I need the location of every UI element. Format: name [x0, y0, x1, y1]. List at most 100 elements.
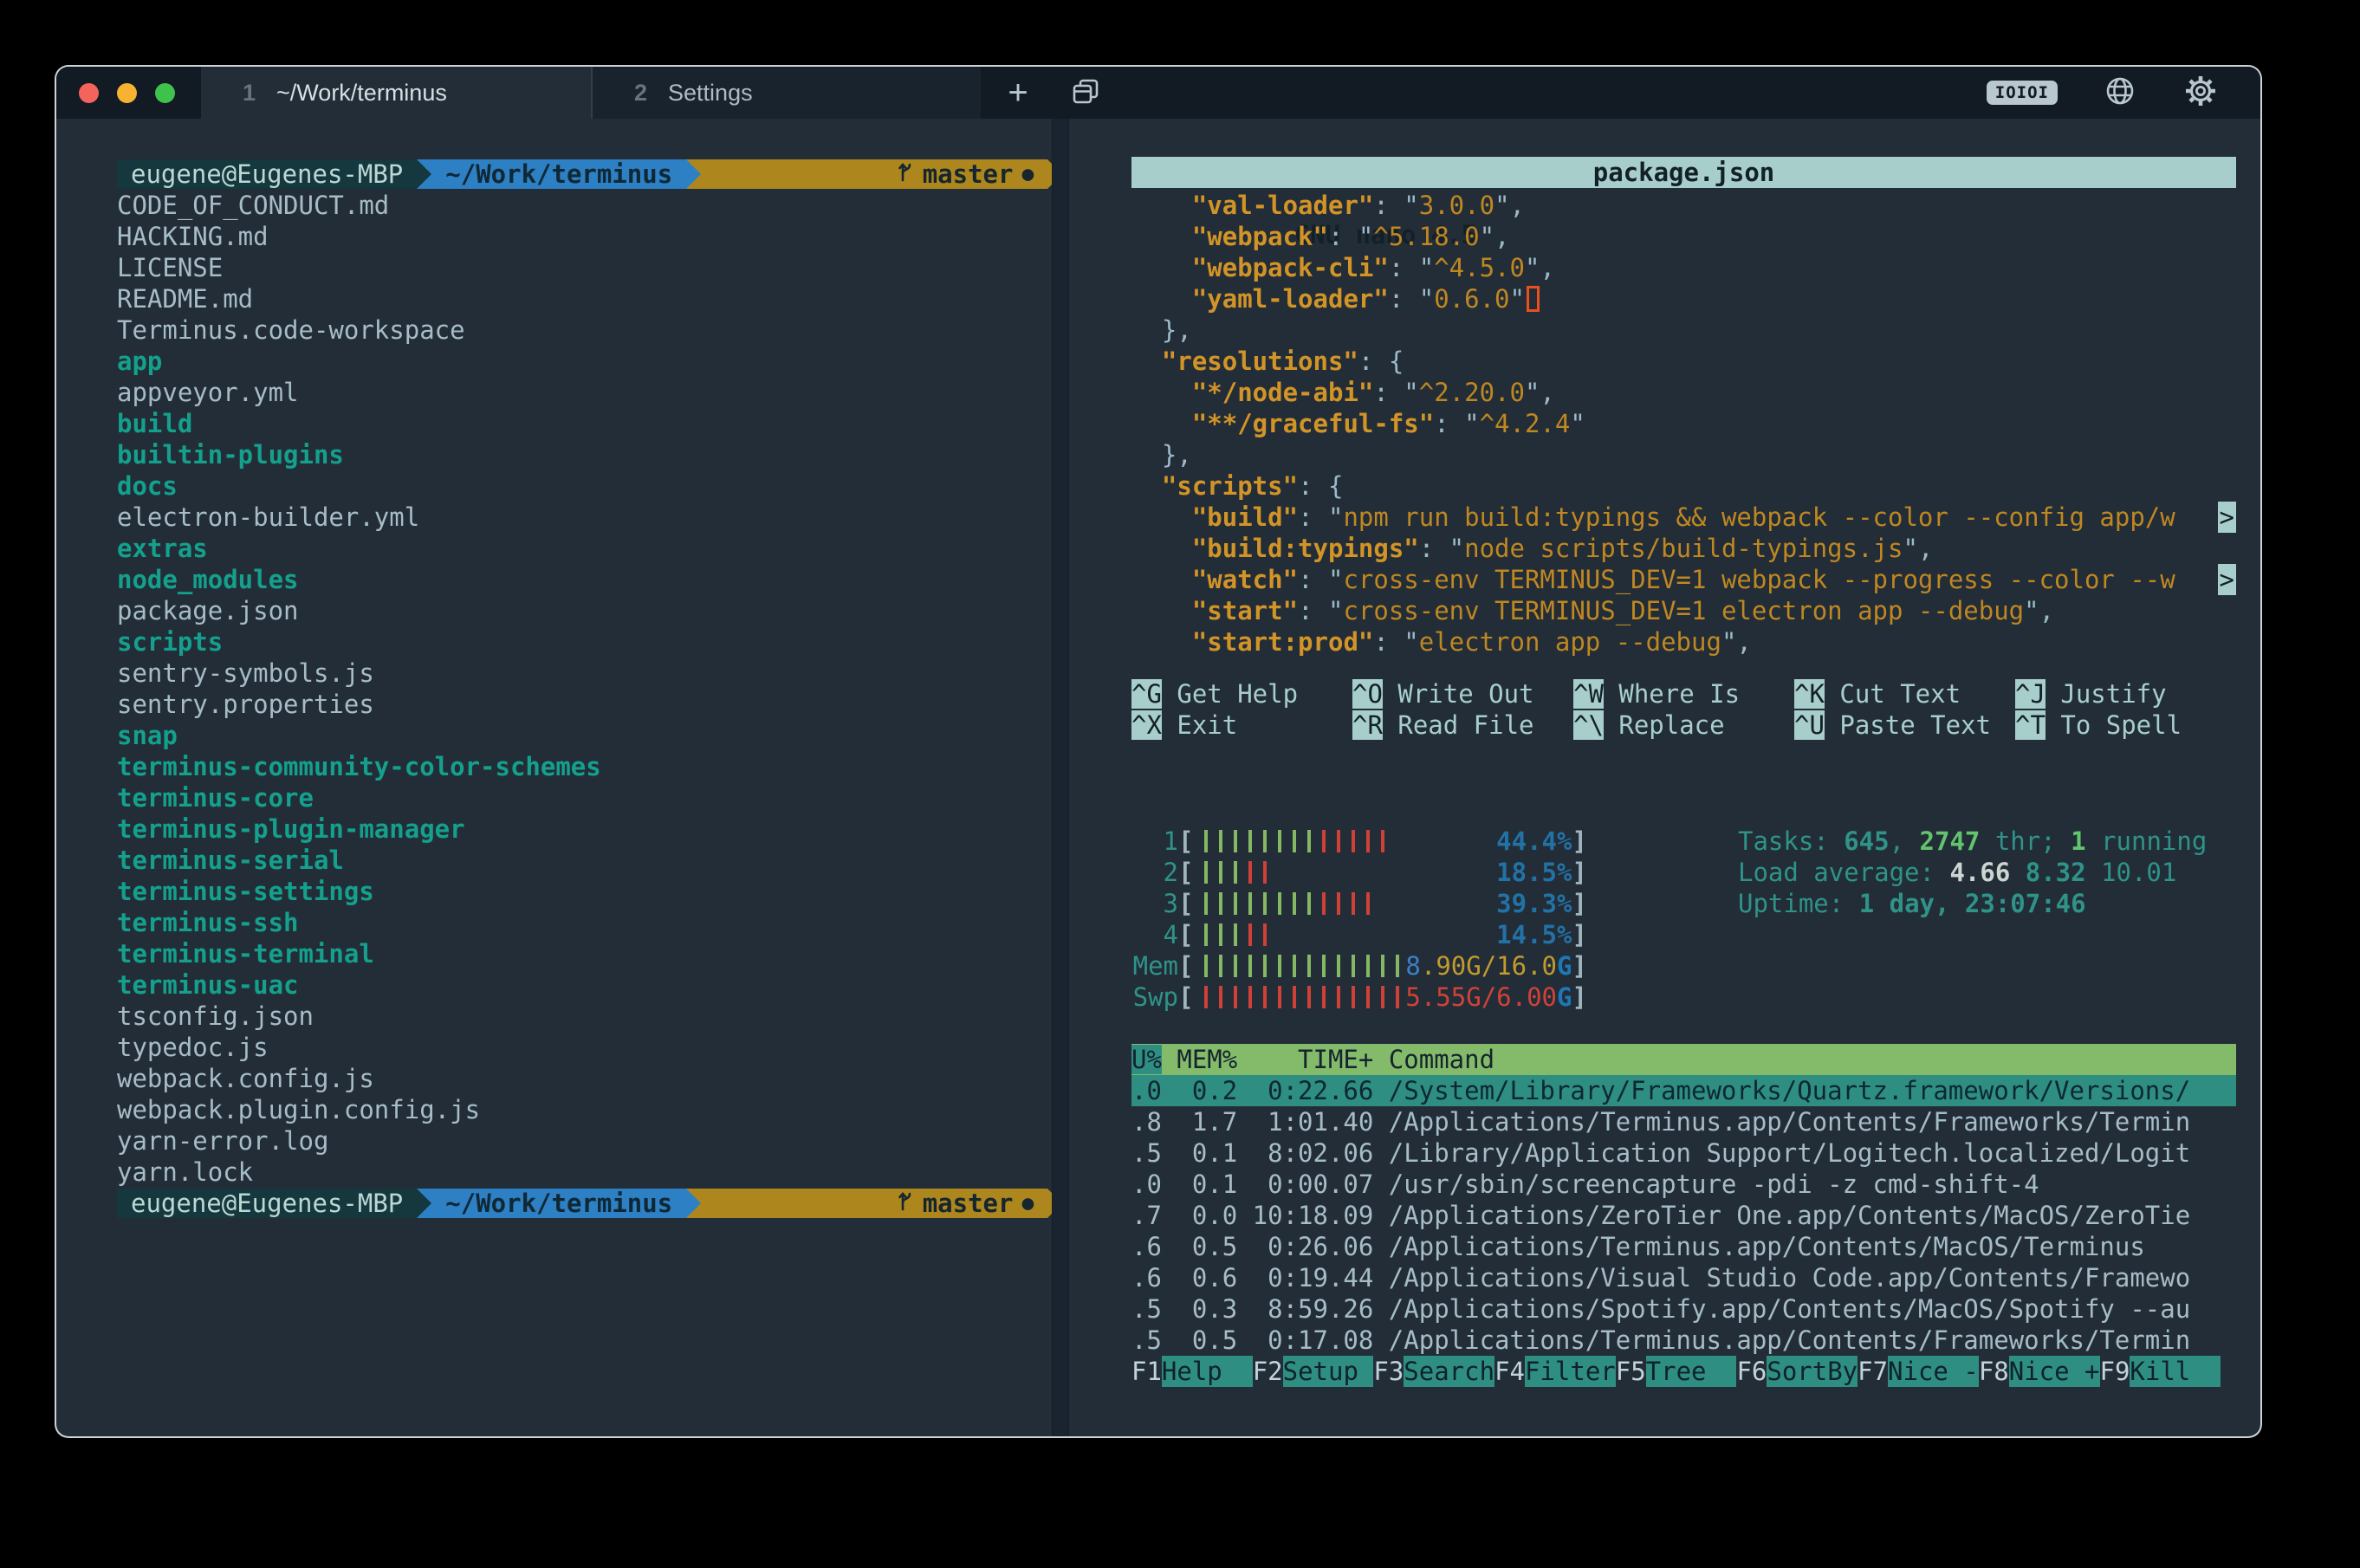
meter: Swp[5.55G/6.00G]: [1131, 982, 2236, 1013]
file-item: sentry-symbols.js: [117, 658, 1052, 689]
prompt-user-segment: eugene@Eugenes-MBP: [117, 159, 417, 189]
shell-prompt: eugene@Eugenes-MBP ~/Work/terminus maste…: [117, 159, 1052, 190]
nano-shortcut: ^T To Spell: [2015, 709, 2236, 741]
nano-code-line: "webpack": "^5.18.0",: [1131, 221, 2236, 252]
terminal-pane-nano-htop[interactable]: package.json GNU nano 4.5 "val-loader": …: [1069, 119, 2260, 1438]
file-item: LICENSE: [117, 252, 1052, 283]
fkey-button[interactable]: F8Nice +: [1979, 1356, 2100, 1387]
htop-stat-line: Load average: 4.66 8.32 10.01: [1738, 857, 2207, 888]
fkey-button[interactable]: F6SortBy: [1736, 1356, 1858, 1387]
web-button[interactable]: [2103, 74, 2137, 112]
process-row[interactable]: .5 0.5 0:17.08 /Applications/Terminus.ap…: [1131, 1325, 2236, 1356]
nano-code: "val-loader": "3.0.0", "webpack": "^5.18…: [1131, 190, 2236, 658]
process-header-rest: MEM% TIME+ Command: [1162, 1045, 1494, 1074]
process-table: U% MEM% TIME+ Command .0 0.2 0:22.66 /Sy…: [1131, 1044, 2236, 1356]
powerline-arrow: [417, 1189, 431, 1218]
nano-shortcut: ^R Read File: [1352, 709, 1573, 741]
fkey-button[interactable]: F1Help: [1131, 1356, 1253, 1387]
tab-label: ~/Work/terminus: [276, 80, 447, 107]
file-item: extras: [117, 533, 1052, 564]
nano-code-line: "val-loader": "3.0.0",: [1131, 190, 2236, 221]
sort-column-cpu[interactable]: U%: [1131, 1045, 1162, 1074]
close-button[interactable]: [79, 83, 99, 103]
minimize-button[interactable]: [117, 83, 137, 103]
git-dirty-dot: ●: [1021, 159, 1034, 189]
serial-ports-button[interactable]: IOIOI: [1987, 81, 2058, 105]
file-item: tsconfig.json: [117, 1001, 1052, 1032]
nano-code-line: "watch": "cross-env TERMINUS_DEV=1 webpa…: [1131, 564, 2236, 595]
process-row[interactable]: .0 0.2 0:22.66 /System/Library/Framework…: [1131, 1075, 2236, 1106]
terminal-pane-shell[interactable]: eugene@Eugenes-MBP ~/Work/terminus maste…: [56, 119, 1052, 1438]
process-row[interactable]: .5 0.1 8:02.06 /Library/Application Supp…: [1131, 1137, 2236, 1169]
htop-stat-line: Uptime: 1 day, 23:07:46: [1738, 888, 2207, 919]
file-item: package.json: [117, 595, 1052, 626]
gear-icon: [2182, 96, 2219, 113]
tab-terminal[interactable]: 1 ~/Work/terminus: [201, 67, 591, 119]
tab-index: 1: [243, 80, 256, 107]
nano-filename: package.json: [1131, 157, 2236, 188]
file-item: scripts: [117, 626, 1052, 658]
file-item: terminus-settings: [117, 876, 1052, 907]
nano-code-line: "build": "npm run build:typings && webpa…: [1131, 502, 2236, 533]
terminus-window: 1 ~/Work/terminus 2 Settings + IOIOI: [55, 65, 2262, 1438]
new-tab-button[interactable]: +: [981, 67, 1055, 119]
prompt-git-segment: master ●: [701, 159, 1047, 189]
powerline-arrow: [686, 1189, 701, 1218]
nano-code-line: "build:typings": "node scripts/build-typ…: [1131, 533, 2236, 564]
globe-icon: [2103, 95, 2137, 112]
powerline-arrow: [686, 159, 701, 189]
process-header[interactable]: U% MEM% TIME+ Command: [1131, 1044, 2236, 1075]
file-item: docs: [117, 470, 1052, 502]
file-item: sentry.properties: [117, 689, 1052, 720]
htop-stat-line: Tasks: 645, 2747 thr; 1 running: [1738, 826, 2207, 857]
file-item: README.md: [117, 283, 1052, 314]
nano-shortcut: ^\ Replace: [1573, 709, 1794, 741]
nano-code-line: "start:prod": "electron app --debug",: [1131, 626, 2236, 658]
nano-code-line: "**/graceful-fs": "^4.2.4": [1131, 408, 2236, 439]
file-item: yarn-error.log: [117, 1125, 1052, 1157]
process-row[interactable]: .6 0.6 0:19.44 /Applications/Visual Stud…: [1131, 1262, 2236, 1293]
htop: 1[44.4%]2[18.5%]3[39.3%]4[14.5%]Mem[8.90…: [1131, 826, 2236, 1387]
file-item: builtin-plugins: [117, 439, 1052, 470]
nano-code-line: "resolutions": {: [1131, 346, 2236, 377]
powerline-arrow: [417, 159, 431, 189]
file-item: typedoc.js: [117, 1032, 1052, 1063]
file-item: terminus-uac: [117, 969, 1052, 1001]
file-item: node_modules: [117, 564, 1052, 595]
nano-code-line: "scripts": {: [1131, 470, 2236, 502]
fkey-button[interactable]: F3Search: [1373, 1356, 1494, 1387]
file-item: terminus-terminal: [117, 938, 1052, 969]
fkey-button[interactable]: F5Tree: [1616, 1356, 1737, 1387]
fkey-button[interactable]: F4Filter: [1494, 1356, 1616, 1387]
process-row[interactable]: .5 0.3 8:59.26 /Applications/Spotify.app…: [1131, 1293, 2236, 1325]
fkey-button[interactable]: F7Nice -: [1858, 1356, 1979, 1387]
process-row[interactable]: .0 0.1 0:00.07 /usr/sbin/screencapture -…: [1131, 1169, 2236, 1200]
settings-button[interactable]: [2182, 73, 2219, 113]
process-row[interactable]: .8 1.7 1:01.40 /Applications/Terminus.ap…: [1131, 1106, 2236, 1137]
prompt-path-segment: ~/Work/terminus: [431, 1189, 686, 1218]
nano-editor: package.json GNU nano 4.5 "val-loader": …: [1131, 157, 2236, 741]
line-continues-marker: >: [2218, 502, 2236, 533]
line-continues-marker: >: [2218, 564, 2236, 595]
fkey-button[interactable]: F2Setup: [1253, 1356, 1374, 1387]
nano-shortcut: ^G Get Help: [1131, 678, 1352, 709]
nano-code-line: },: [1131, 439, 2236, 470]
meter: Mem[8.90G/16.0G]: [1131, 950, 2236, 982]
file-item: terminus-community-color-schemes: [117, 751, 1052, 782]
pane-divider[interactable]: [1052, 119, 1069, 1438]
prompt-git-segment: master ●: [701, 1189, 1047, 1218]
maximize-pane-button[interactable]: [1055, 67, 1116, 119]
tab-settings[interactable]: 2 Settings: [591, 67, 981, 119]
fkey-button[interactable]: F9Kill: [2100, 1356, 2221, 1387]
git-branch-icon: [715, 130, 914, 219]
file-item: webpack.config.js: [117, 1063, 1052, 1094]
nano-shortcut: ^J Justify: [2015, 678, 2236, 709]
process-row[interactable]: .7 0.0 10:18.09 /Applications/ZeroTier O…: [1131, 1200, 2236, 1231]
nano-titlebar: package.json GNU nano 4.5: [1131, 157, 2236, 188]
process-row[interactable]: .6 0.5 0:26.06 /Applications/Terminus.ap…: [1131, 1231, 2236, 1262]
titlebar: 1 ~/Work/terminus 2 Settings + IOIOI: [56, 67, 2260, 119]
zoom-button[interactable]: [155, 83, 175, 103]
process-rows: .0 0.2 0:22.66 /System/Library/Framework…: [1131, 1075, 2236, 1356]
tab-index: 2: [634, 80, 647, 107]
file-item: terminus-ssh: [117, 907, 1052, 938]
